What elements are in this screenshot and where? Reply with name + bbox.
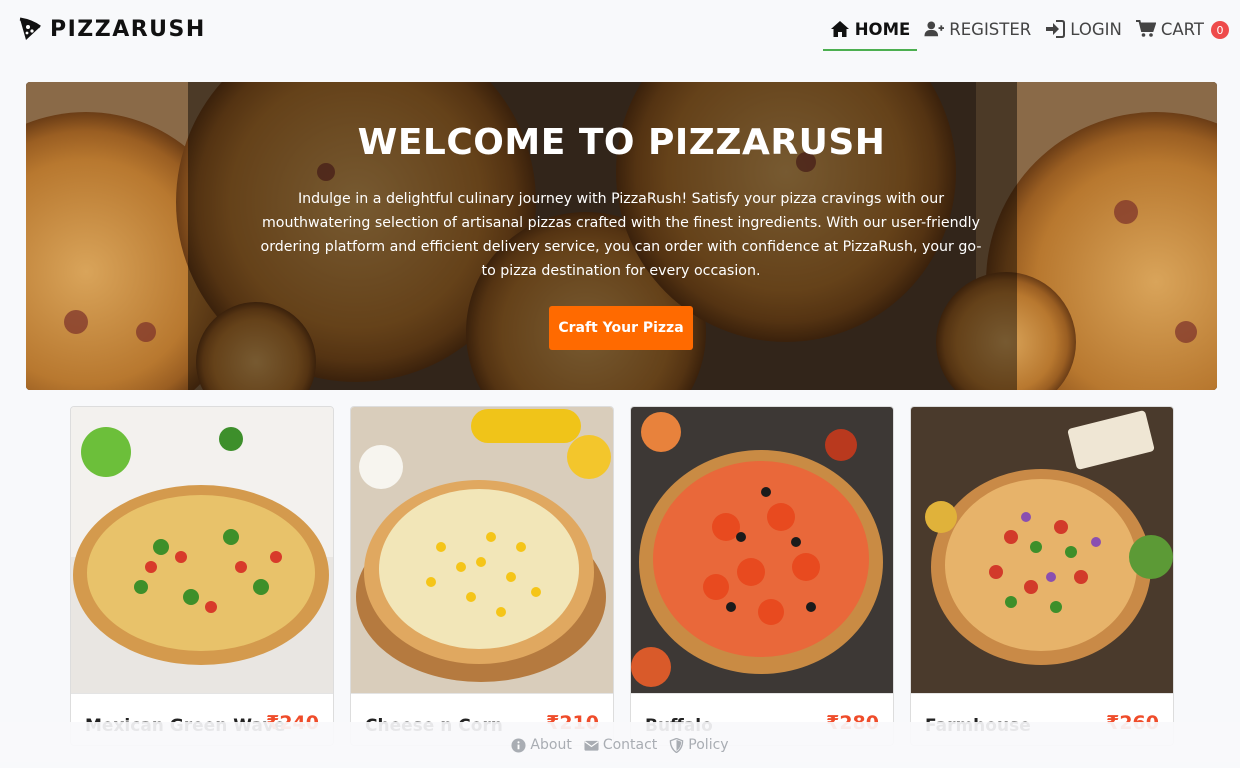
nav-home-label: HOME bbox=[854, 19, 911, 39]
envelope-icon bbox=[584, 740, 599, 751]
navbar: PIZZARUSH HOME REGISTER LOGIN CART 0 bbox=[0, 0, 1240, 62]
nav-cart[interactable]: CART 0 bbox=[1129, 8, 1236, 50]
product-image-cheese-n-corn bbox=[351, 407, 613, 693]
product-card[interactable]: Buffalo ₹280 bbox=[630, 406, 894, 746]
hero-banner: WELCOME TO PIZZARUSH Indulge in a deligh… bbox=[26, 82, 1217, 390]
product-card[interactable]: Mexican Green Wave ₹240 bbox=[70, 406, 334, 746]
hero-content: WELCOME TO PIZZARUSH Indulge in a deligh… bbox=[26, 82, 1217, 390]
product-image-buffalo bbox=[631, 407, 893, 693]
home-icon bbox=[830, 21, 849, 37]
nav-login[interactable]: LOGIN bbox=[1038, 8, 1129, 50]
nav-login-label: LOGIN bbox=[1070, 19, 1122, 39]
product-card[interactable]: Cheese n Corn ₹210 bbox=[350, 406, 614, 746]
info-circle-icon bbox=[511, 737, 526, 753]
brand-name: PIZZARUSH bbox=[50, 16, 206, 42]
main-nav: HOME REGISTER LOGIN CART 0 bbox=[822, 0, 1236, 62]
nav-register[interactable]: REGISTER bbox=[917, 8, 1038, 50]
footer-policy-link[interactable]: Policy bbox=[669, 737, 729, 753]
nav-register-label: REGISTER bbox=[949, 19, 1032, 39]
footer-about-label: About bbox=[530, 737, 572, 753]
brand-logo[interactable]: PIZZARUSH bbox=[18, 16, 206, 42]
product-image-farmhouse bbox=[911, 407, 1173, 693]
footer-contact-label: Contact bbox=[602, 737, 658, 753]
nav-cart-label: CART bbox=[1160, 19, 1204, 39]
pizza-slice-icon bbox=[19, 17, 41, 40]
shield-icon bbox=[670, 737, 684, 753]
footer: About Contact Policy bbox=[0, 722, 1240, 768]
cart-count-badge: 0 bbox=[1211, 21, 1229, 39]
nav-home[interactable]: HOME bbox=[822, 8, 918, 51]
sign-in-icon bbox=[1046, 20, 1066, 38]
hero-description: Indulge in a delightful culinary journey… bbox=[260, 191, 982, 279]
shopping-cart-icon bbox=[1135, 20, 1156, 37]
hero-title: WELCOME TO PIZZARUSH bbox=[357, 122, 886, 163]
user-plus-icon bbox=[924, 21, 945, 37]
product-card[interactable]: Farmhouse ₹260 bbox=[910, 406, 1174, 746]
footer-about-link[interactable]: About bbox=[511, 737, 572, 753]
product-image-mexican-green-wave bbox=[71, 407, 333, 693]
craft-pizza-button[interactable]: Craft Your Pizza bbox=[549, 306, 693, 350]
footer-policy-label: Policy bbox=[688, 737, 729, 753]
product-grid: Mexican Green Wave ₹240 Cheese n Corn ₹2… bbox=[70, 406, 1174, 746]
footer-contact-link[interactable]: Contact bbox=[584, 737, 657, 753]
